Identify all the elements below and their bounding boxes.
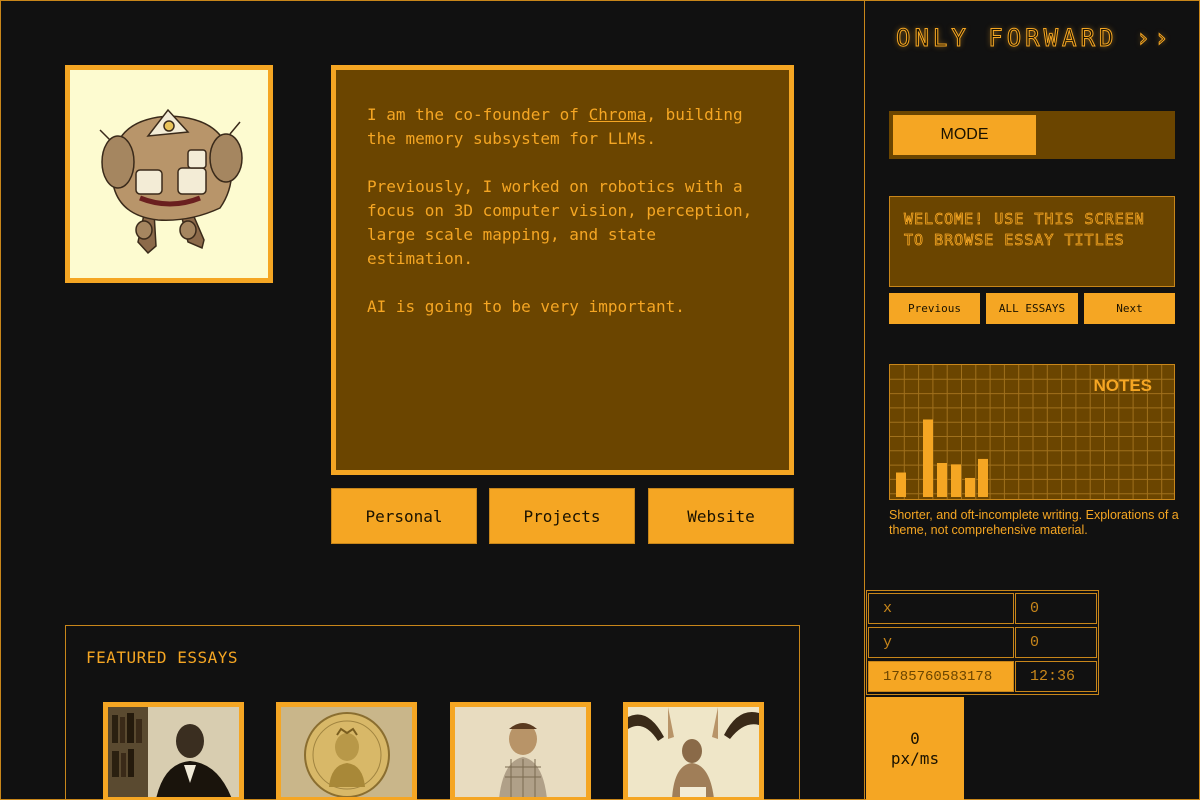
y-label: y	[868, 627, 1014, 658]
y-value: 0	[1015, 627, 1097, 658]
speed-value: 0	[910, 728, 920, 748]
clock-value: 12:36	[1015, 661, 1097, 692]
panel-divider	[864, 0, 865, 800]
personal-button[interactable]: Personal	[331, 488, 477, 544]
featured-essays-section: FEATURED ESSAYS	[65, 625, 800, 800]
speed-unit: px/ms	[890, 748, 940, 768]
notes-bar-6	[978, 458, 988, 497]
bio-previous: Previously, I worked on robotics with a …	[367, 177, 753, 268]
chroma-link[interactable]: Chroma	[589, 105, 647, 124]
x-value: 0	[1015, 593, 1097, 624]
bio-ai: AI is going to be very important.	[367, 297, 685, 316]
projects-button[interactable]: Projects	[489, 488, 635, 544]
previous-button[interactable]: Previous	[889, 293, 980, 324]
coordinate-readout: x 0 y 0 1785760583178 12:36	[866, 590, 1099, 695]
speed-readout: 0 px/ms	[866, 697, 964, 800]
notes-title: NOTES	[1093, 376, 1152, 395]
notes-bar-4	[951, 464, 961, 497]
mode-button[interactable]: MODE	[893, 115, 1036, 155]
notes-bar-1	[896, 472, 906, 497]
notes-description: Shorter, and oft-incomplete writing. Exp…	[889, 508, 1179, 537]
avatar	[65, 65, 273, 283]
notes-bar-3	[937, 463, 947, 497]
notes-bar-2	[923, 419, 933, 497]
gold-coin-image	[281, 707, 412, 797]
essay-thumbnail-3[interactable]	[450, 702, 591, 800]
x-label: x	[868, 593, 1014, 624]
essay-thumbnail-2[interactable]	[276, 702, 417, 800]
robot-mascot-illustration	[99, 108, 243, 255]
child-photo-image	[455, 707, 586, 797]
website-button[interactable]: Website	[648, 488, 794, 544]
essay-thumbnail-4[interactable]	[623, 702, 764, 800]
notes-card[interactable]: NOTES	[889, 364, 1175, 500]
welcome-screen: WELCOME! USE THIS SCREEN TO BROWSE ESSAY…	[889, 196, 1175, 287]
essay-thumbnail-1[interactable]	[103, 702, 244, 800]
notes-bar-5	[965, 477, 975, 497]
timestamp-value: 1785760583178	[868, 661, 1014, 692]
portrait-man-books-image	[108, 707, 239, 797]
acrobats-photo-image	[628, 707, 759, 797]
next-button[interactable]: Next	[1084, 293, 1175, 324]
bio-intro: I am the co-founder of Chroma, building …	[367, 103, 758, 151]
site-logo[interactable]: ONLY FORWARD ››	[896, 24, 1173, 53]
featured-essays-title: FEATURED ESSAYS	[86, 648, 238, 667]
bio-panel: I am the co-founder of Chroma, building …	[331, 65, 794, 475]
bio-intro-text: I am the co-founder of	[367, 105, 589, 124]
all-essays-button[interactable]: ALL ESSAYS	[986, 293, 1078, 324]
